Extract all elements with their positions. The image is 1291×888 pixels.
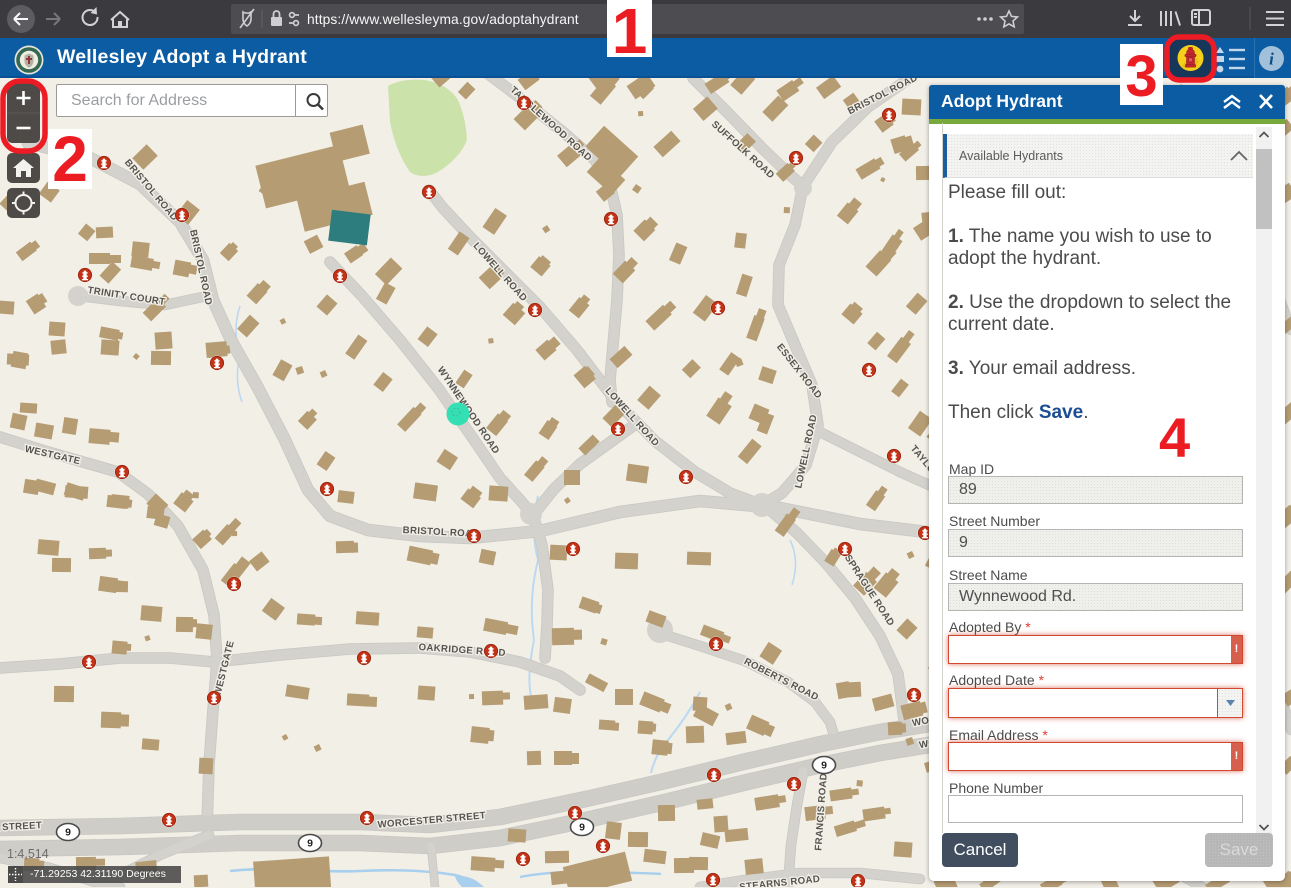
- svg-text:i: i: [1269, 50, 1274, 69]
